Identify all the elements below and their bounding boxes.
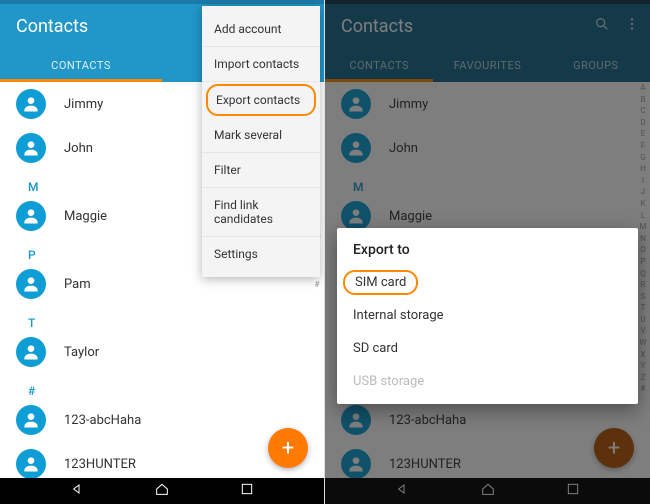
dialog-title: Export to	[337, 238, 638, 266]
menu-mark-several[interactable]: Mark several	[202, 118, 320, 153]
export-sim-card[interactable]: SIM card	[337, 266, 638, 299]
avatar-icon	[16, 89, 46, 119]
menu-export-contacts[interactable]: Export contacts	[206, 84, 316, 116]
tab-contacts[interactable]: CONTACTS	[0, 49, 162, 82]
contact-name: Taylor	[64, 345, 99, 360]
export-usb-storage: USB storage	[337, 365, 638, 398]
avatar-icon	[16, 201, 46, 231]
android-nav-bar	[0, 478, 324, 504]
back-icon[interactable]	[69, 481, 85, 501]
contact-name: Jimmy	[64, 97, 103, 112]
menu-settings[interactable]: Settings	[202, 237, 320, 271]
recent-icon[interactable]	[239, 481, 255, 501]
section-header: #	[4, 374, 324, 398]
avatar-icon	[16, 269, 46, 299]
add-contact-fab[interactable]: +	[268, 428, 308, 468]
contact-name: John	[64, 141, 93, 156]
export-internal-storage[interactable]: Internal storage	[337, 299, 638, 332]
plus-icon: +	[282, 436, 294, 461]
section-header: T	[4, 306, 324, 330]
contact-name: 123HUNTER	[64, 457, 136, 472]
contact-row[interactable]: Taylor	[4, 330, 324, 374]
export-to-dialog: Export to SIM card Internal storage SD c…	[337, 228, 638, 404]
menu-filter[interactable]: Filter	[202, 153, 320, 188]
contact-name: 123-abcHaha	[64, 413, 141, 428]
screen-export-dialog: Contacts CONTACTS FAVOURITES GROUPS Jimm…	[325, 0, 650, 504]
menu-find-link-candidates[interactable]: Find link candidates	[202, 188, 320, 237]
avatar-icon	[16, 133, 46, 163]
export-sd-card[interactable]: SD card	[337, 332, 638, 365]
avatar-icon	[16, 337, 46, 367]
avatar-icon	[16, 449, 46, 478]
overflow-menu: Add account Import contacts Export conta…	[202, 6, 320, 277]
menu-add-account[interactable]: Add account	[202, 12, 320, 47]
contact-name: Maggie	[64, 209, 107, 224]
screen-contacts-menu: Contacts CONTACTS FAVOURITES Jimmy John …	[0, 0, 325, 504]
menu-import-contacts[interactable]: Import contacts	[202, 47, 320, 82]
avatar-icon	[16, 405, 46, 435]
contact-name: Pam	[64, 277, 91, 292]
home-icon[interactable]	[154, 481, 170, 501]
